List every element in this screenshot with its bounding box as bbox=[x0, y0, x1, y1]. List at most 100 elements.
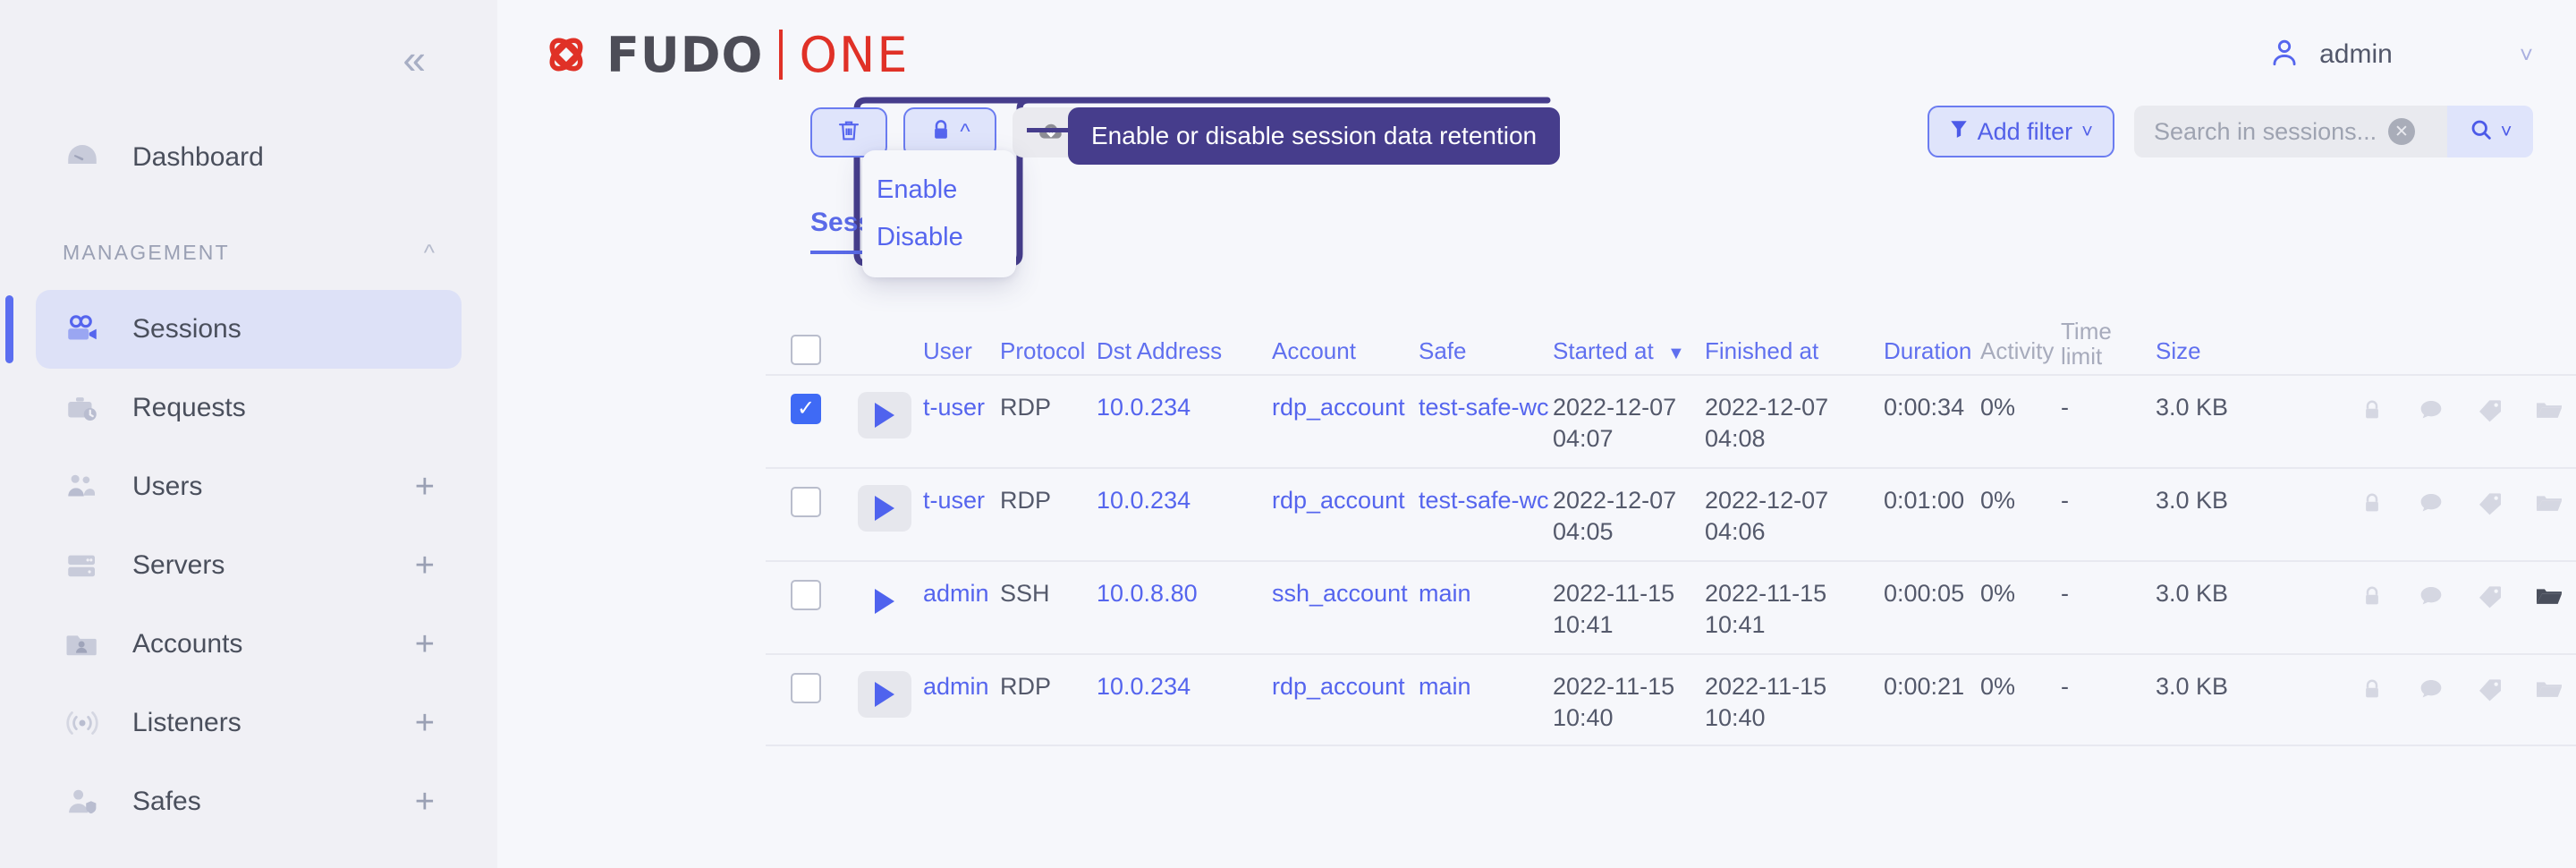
sidebar-item-requests[interactable]: Requests bbox=[36, 369, 462, 447]
tag-icon[interactable] bbox=[2472, 392, 2508, 428]
search-field[interactable]: ✕ bbox=[2134, 106, 2447, 157]
sidebar: « Dashboard MANAGEMENT ^ Sessions Reques… bbox=[0, 0, 497, 868]
search-input[interactable] bbox=[2154, 117, 2376, 146]
trash-icon bbox=[835, 117, 862, 149]
user-menu[interactable]: admin ˅ bbox=[2267, 0, 2533, 109]
dropdown-item-enable[interactable]: Enable bbox=[862, 166, 1016, 214]
lock-icon[interactable] bbox=[2354, 671, 2390, 707]
chevron-down-icon: ˅ bbox=[2500, 120, 2512, 142]
sidebar-add-icon[interactable]: + bbox=[415, 549, 435, 583]
cell-dst-address[interactable]: 10.0.8.80 bbox=[1097, 578, 1272, 609]
sidebar-add-icon[interactable]: + bbox=[415, 706, 435, 740]
search-button[interactable]: ˅ bbox=[2447, 106, 2533, 157]
sidebar-add-icon[interactable]: + bbox=[415, 785, 435, 819]
cell-safe[interactable]: test-safe-wc bbox=[1419, 392, 1553, 423]
cell-user[interactable]: admin bbox=[923, 671, 1000, 702]
sidebar-item-sessions[interactable]: Sessions bbox=[5, 290, 462, 369]
cell-account[interactable]: rdp_account bbox=[1272, 671, 1419, 702]
sidebar-add-icon[interactable]: + bbox=[415, 470, 435, 504]
select-all-checkbox[interactable] bbox=[791, 335, 821, 365]
folder-icon[interactable] bbox=[2531, 485, 2567, 521]
add-filter-button[interactable]: Add filter ˅ bbox=[1927, 106, 2114, 157]
folder-icon[interactable] bbox=[2531, 578, 2567, 614]
table-row[interactable]: t-userRDP 10.0.234rdp_accounttest-safe-wc… bbox=[766, 374, 2576, 467]
clear-x-icon[interactable]: ✕ bbox=[2388, 118, 2415, 145]
cell-duration: 0:01:00 bbox=[1884, 487, 1965, 514]
play-button[interactable] bbox=[858, 578, 911, 625]
row-play-cell bbox=[846, 671, 923, 718]
sort-desc-icon[interactable]: ▼ bbox=[1667, 344, 1685, 363]
row-checkbox[interactable] bbox=[791, 394, 821, 424]
th-started-at[interactable]: Started at ▼ bbox=[1553, 337, 1705, 365]
sidebar-item-label: Requests bbox=[132, 393, 246, 422]
cell-user[interactable]: admin bbox=[923, 578, 1000, 609]
cell-dst-address[interactable]: 10.0.234 bbox=[1097, 671, 1272, 702]
cell-time-limit: - bbox=[2061, 673, 2069, 700]
tag-icon[interactable] bbox=[2472, 485, 2508, 521]
comment-icon[interactable] bbox=[2413, 578, 2449, 614]
lock-icon[interactable] bbox=[2354, 392, 2390, 428]
magnifier-icon bbox=[2469, 117, 2494, 147]
comment-icon[interactable] bbox=[2413, 392, 2449, 428]
sidebar-item-dashboard[interactable]: Dashboard bbox=[36, 118, 462, 197]
comment-icon[interactable] bbox=[2413, 485, 2449, 521]
play-button[interactable] bbox=[858, 392, 911, 438]
table-row[interactable]: admin RDP 10.0.234 rdp_account main 2022-11-1… bbox=[766, 653, 2576, 746]
th-user[interactable]: User bbox=[923, 337, 1000, 365]
row-select-cell bbox=[766, 578, 846, 610]
play-button[interactable] bbox=[858, 485, 911, 532]
th-time-limit-line2: limit bbox=[2061, 342, 2103, 370]
cell-account[interactable]: rdp_account bbox=[1272, 392, 1419, 423]
folder-icon[interactable] bbox=[2531, 392, 2567, 428]
logo-text-one: ONE bbox=[799, 26, 910, 83]
th-duration[interactable]: Duration bbox=[1884, 337, 1980, 365]
row-checkbox[interactable] bbox=[791, 580, 821, 610]
th-safe[interactable]: Safe bbox=[1419, 337, 1553, 365]
cell-dst-address[interactable]: 10.0.234 bbox=[1097, 485, 1272, 516]
row-select-cell bbox=[766, 485, 846, 517]
chevron-down-icon[interactable]: ˅ bbox=[2520, 41, 2533, 69]
sidebar-item-listeners[interactable]: Listeners + bbox=[36, 684, 462, 762]
table-row[interactable]: t-userRDP 10.0.234rdp_accounttest-safe-wc… bbox=[766, 467, 2576, 560]
sidebar-item-users[interactable]: Users + bbox=[36, 447, 462, 526]
sidebar-item-safes[interactable]: Safes + bbox=[36, 762, 462, 841]
dropdown-item-disable[interactable]: Disable bbox=[862, 214, 1016, 261]
th-account[interactable]: Account bbox=[1272, 337, 1419, 365]
cell-account[interactable]: rdp_account bbox=[1272, 485, 1419, 516]
cell-safe[interactable]: test-safe-wc bbox=[1419, 485, 1553, 516]
cell-user[interactable]: t-user bbox=[923, 485, 1000, 516]
th-protocol[interactable]: Protocol bbox=[1000, 337, 1097, 365]
th-dst-address[interactable]: Dst Address bbox=[1097, 337, 1272, 365]
tag-icon[interactable] bbox=[2472, 671, 2508, 707]
chevron-up-icon[interactable]: ^ bbox=[424, 239, 435, 267]
th-size[interactable]: Size bbox=[2156, 337, 2327, 365]
row-play-cell bbox=[846, 392, 923, 438]
table-row[interactable]: admin SSH 10.0.8.80 ssh_account main 2022-11-… bbox=[766, 560, 2576, 653]
cell-size: 3.0 KB bbox=[2156, 580, 2229, 607]
comment-icon[interactable] bbox=[2413, 671, 2449, 707]
tag-icon[interactable] bbox=[2472, 578, 2508, 614]
row-checkbox[interactable] bbox=[791, 487, 821, 517]
cell-account[interactable]: ssh_account bbox=[1272, 578, 1419, 609]
cell-finished-at: 2022-11-15 10:41 bbox=[1705, 580, 1827, 638]
lock-icon[interactable] bbox=[2354, 485, 2390, 521]
cell-time-limit: - bbox=[2061, 580, 2069, 607]
sidebar-item-servers[interactable]: Servers + bbox=[36, 526, 462, 605]
collapse-sidebar-icon[interactable]: « bbox=[402, 38, 425, 80]
cell-user[interactable]: t-user bbox=[923, 392, 1000, 423]
cell-safe[interactable]: main bbox=[1419, 671, 1553, 702]
folder-icon[interactable] bbox=[2531, 671, 2567, 707]
cell-dst-address[interactable]: 10.0.234 bbox=[1097, 392, 1272, 423]
logo-text-fudo: FUDO bbox=[606, 26, 764, 83]
sidebar-item-accounts[interactable]: Accounts + bbox=[36, 605, 462, 684]
play-icon bbox=[875, 589, 894, 614]
th-finished-at[interactable]: Finished at bbox=[1705, 337, 1884, 365]
lock-icon[interactable] bbox=[2354, 578, 2390, 614]
play-button[interactable] bbox=[858, 671, 911, 718]
lock-icon bbox=[929, 117, 953, 149]
cell-safe[interactable]: main bbox=[1419, 578, 1553, 609]
sidebar-section-management[interactable]: MANAGEMENT ^ bbox=[63, 234, 435, 270]
row-checkbox[interactable] bbox=[791, 673, 821, 703]
cell-started-at: 2022-11-15 10:41 bbox=[1553, 580, 1675, 638]
sidebar-add-icon[interactable]: + bbox=[415, 627, 435, 661]
